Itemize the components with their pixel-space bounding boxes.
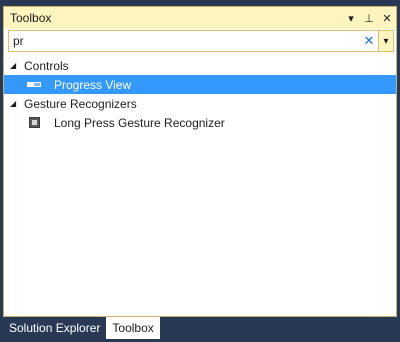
progress-view-icon [24, 82, 44, 87]
close-icon[interactable]: ✕ [378, 9, 396, 27]
group-header-gesture-recognizers[interactable]: ◢ Gesture Recognizers [4, 94, 396, 113]
panel-title: Toolbox [10, 11, 52, 25]
expanded-triangle-icon: ◢ [10, 61, 17, 70]
search-options-dropdown[interactable]: ▾ [378, 31, 393, 51]
ide-background: Toolbox ▾ ⊥ ✕ ✕ ▾ ◢ Controls Progress Vi… [0, 0, 400, 342]
expanded-triangle-icon: ◢ [10, 99, 17, 108]
search-input[interactable] [9, 32, 360, 50]
bottom-tab-strip: Solution Explorer Toolbox [3, 317, 160, 339]
group-label: Gesture Recognizers [24, 96, 137, 111]
tab-solution-explorer[interactable]: Solution Explorer [3, 317, 107, 339]
list-item-progress-view[interactable]: Progress View [4, 75, 396, 94]
chevron-down-icon: ▾ [383, 35, 389, 47]
toolbox-titlebar: Toolbox ▾ ⊥ ✕ [4, 7, 396, 29]
toolbox-panel: Toolbox ▾ ⊥ ✕ ✕ ▾ ◢ Controls Progress Vi… [3, 6, 397, 317]
clear-search-icon[interactable]: ✕ [360, 32, 378, 50]
long-press-gesture-icon [24, 117, 44, 128]
group-label: Controls [24, 58, 69, 73]
tab-toolbox[interactable]: Toolbox [106, 317, 160, 339]
toolbox-tree: ◢ Controls Progress View ◢ Gesture Recog… [4, 56, 396, 132]
group-header-controls[interactable]: ◢ Controls [4, 56, 396, 75]
pin-icon[interactable]: ⊥ [360, 9, 378, 27]
item-label: Progress View [54, 77, 132, 92]
list-item-long-press-gesture-recognizer[interactable]: Long Press Gesture Recognizer [4, 113, 396, 132]
window-position-dropdown-icon[interactable]: ▾ [342, 9, 360, 27]
search-box: ✕ ▾ [8, 30, 394, 52]
item-label: Long Press Gesture Recognizer [54, 115, 225, 130]
